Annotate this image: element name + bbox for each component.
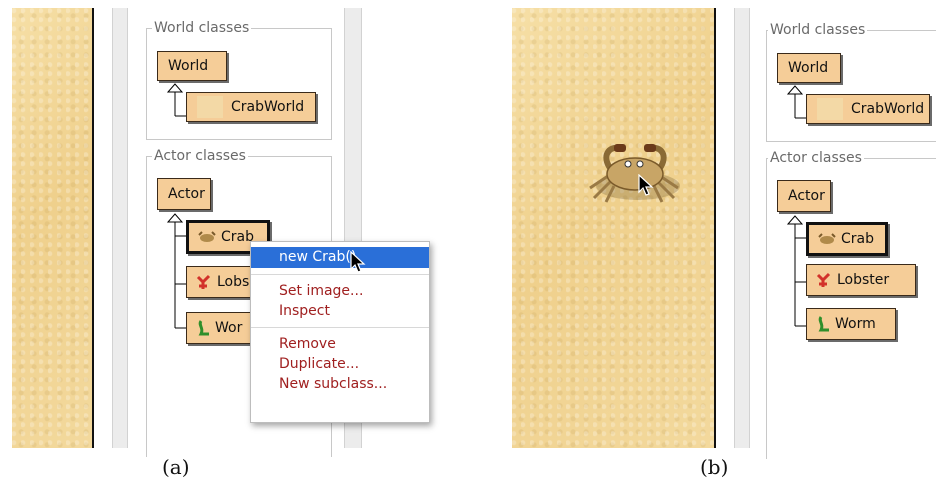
actor-classes-legend-b: Actor classes <box>768 150 864 166</box>
scroll-gutter-a[interactable] <box>112 8 128 448</box>
world-border-b <box>714 8 716 448</box>
menu-item-new-subclass[interactable]: New subclass... <box>251 374 429 394</box>
inheritance-arrow-icon <box>166 83 186 117</box>
crab-actor-icon[interactable] <box>580 138 692 212</box>
crab-icon <box>818 233 836 244</box>
lobster-icon <box>196 274 211 289</box>
caption-a: (a) <box>162 455 190 479</box>
caption-b: (b) <box>700 455 729 479</box>
menu-item-remove[interactable]: Remove <box>251 334 429 354</box>
class-context-menu: new Crab() Set image... Inspect Remove D… <box>250 241 430 423</box>
world-class-box-a[interactable]: World <box>157 51 227 81</box>
actor-class-box-b[interactable]: Actor <box>777 180 831 212</box>
lobster-class-label-a: Lobs <box>217 274 250 290</box>
inheritance-arrow-icon <box>786 215 808 327</box>
world-classes-legend-a: World classes <box>152 20 252 36</box>
worm-icon <box>198 320 209 336</box>
worm-class-label-a: Wor <box>215 320 243 336</box>
actor-class-label-b: Actor <box>788 188 825 204</box>
inheritance-arrow-icon <box>786 85 806 119</box>
worm-class-box-b[interactable]: Worm <box>806 308 896 340</box>
menu-item-inspect[interactable]: Inspect <box>251 301 429 321</box>
world-classes-legend-b: World classes <box>768 22 868 38</box>
crabworld-class-label-b: CrabWorld <box>851 101 925 117</box>
world-class-box-b[interactable]: World <box>777 53 841 83</box>
menu-item-duplicate[interactable]: Duplicate... <box>251 354 429 374</box>
crabworld-class-box-a[interactable]: CrabWorld <box>186 92 316 122</box>
crabworld-swatch-a <box>197 96 223 118</box>
world-class-label-a: World <box>168 58 209 74</box>
worm-icon <box>818 316 829 332</box>
menu-item-set-image[interactable]: Set image... <box>251 281 429 301</box>
inheritance-arrow-icon <box>166 213 188 329</box>
lobster-class-box-b[interactable]: Lobster <box>806 264 916 296</box>
menu-item-new-crab[interactable]: new Crab() <box>251 247 429 268</box>
lobster-class-label-b: Lobster <box>837 272 890 288</box>
world-canvas-a[interactable] <box>12 8 92 448</box>
crabworld-swatch-b <box>817 98 843 120</box>
crab-class-box-b[interactable]: Crab <box>806 222 888 256</box>
crabworld-class-label-a: CrabWorld <box>231 99 305 115</box>
worm-class-label-b: Worm <box>835 316 876 332</box>
crab-class-label-b: Crab <box>841 231 874 247</box>
world-canvas-b[interactable] <box>512 8 714 448</box>
crab-icon <box>198 231 216 242</box>
actor-class-box-a[interactable]: Actor <box>157 178 211 210</box>
actor-class-label-a: Actor <box>168 186 205 202</box>
scroll-gutter-b[interactable] <box>734 8 750 448</box>
pointer-cursor-icon <box>638 174 654 196</box>
actor-classes-legend-a: Actor classes <box>152 148 248 164</box>
crabworld-class-box-b[interactable]: CrabWorld <box>806 94 930 124</box>
lobster-icon <box>816 272 831 287</box>
menu-separator <box>251 327 429 328</box>
menu-separator <box>251 274 429 275</box>
world-border-a <box>92 8 94 448</box>
world-class-label-b: World <box>788 60 829 76</box>
pointer-cursor-icon <box>350 251 366 273</box>
